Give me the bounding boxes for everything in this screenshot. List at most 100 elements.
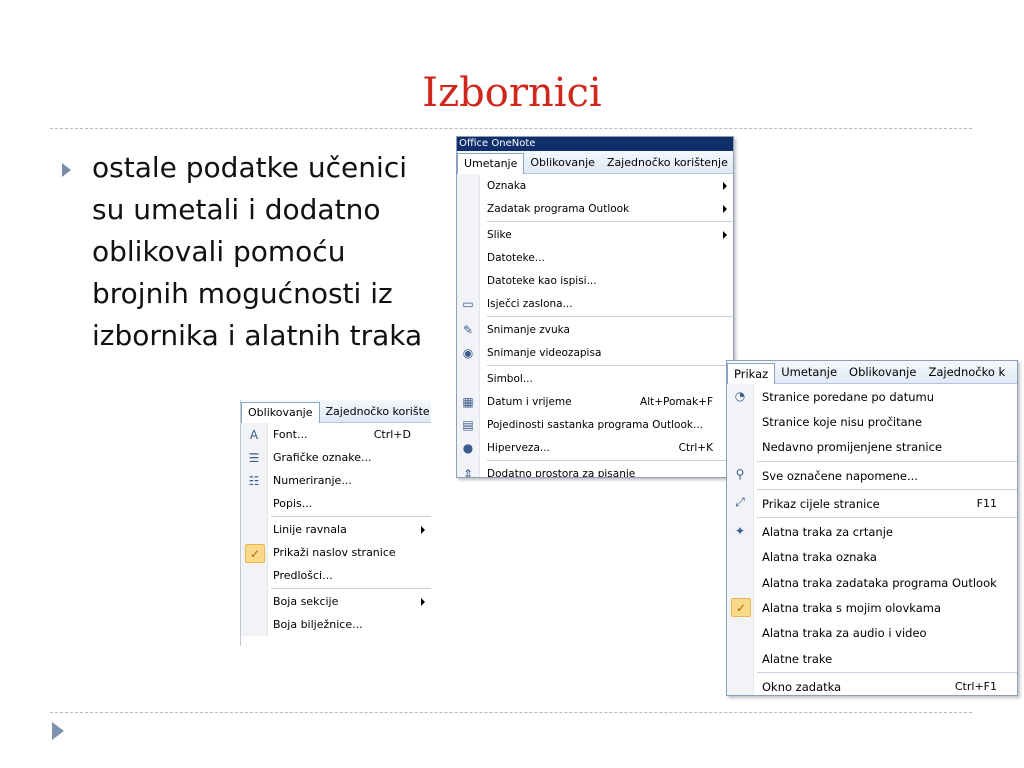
check-icon: ✓ bbox=[245, 544, 265, 563]
menu-items: Oznaka Zadatak programa Outlook Slike Datot… bbox=[457, 174, 733, 478]
submenu-arrow-icon bbox=[723, 231, 727, 239]
menu-item-label: Dodatno prostora za pisanje bbox=[487, 467, 636, 478]
menu-item-label: Alatna traka za audio i video bbox=[762, 626, 927, 641]
hyperlink-icon: ● bbox=[462, 440, 474, 455]
menu-items: ◔ Stranice poredane po datumu Stranice koj… bbox=[727, 384, 1017, 695]
menu-item-label: Popis... bbox=[273, 497, 313, 510]
menu-zajednicko[interactable]: Zajednočko k bbox=[922, 365, 1011, 379]
bullets-icon: ☰ bbox=[248, 450, 260, 465]
menu-item-label: Datoteke kao ispisi... bbox=[487, 274, 597, 287]
menu-prikaz[interactable]: Prikaz bbox=[727, 362, 776, 384]
tagged-notes-icon: ⚲ bbox=[735, 467, 745, 482]
menu-item[interactable]: A Font... Ctrl+D bbox=[241, 423, 431, 446]
menu-item[interactable]: Okno zadatka Ctrl+F1 bbox=[727, 674, 1017, 695]
menu-item-shortcut: Ctrl+K bbox=[678, 441, 713, 454]
menu-oblikovanje[interactable]: Oblikovanje bbox=[843, 365, 922, 379]
menu-umetanje[interactable]: Umetanje bbox=[775, 365, 843, 379]
menu-item[interactable]: ✦ Alatna traka za crtanje bbox=[727, 519, 1017, 544]
submenu-arrow-icon bbox=[723, 205, 727, 213]
menu-item[interactable]: Stranice koje nisu pročitane bbox=[727, 409, 1017, 434]
menu-item[interactable]: ☷ Numeriranje... bbox=[241, 469, 431, 492]
menu-item-label: Boja bilježnice... bbox=[273, 618, 363, 631]
menu-item[interactable]: ▤ Pojedinosti sastanka programa Outlook..… bbox=[457, 413, 733, 436]
menu-bar: Umetanje Oblikovanje Zajednočko korišten… bbox=[457, 151, 733, 174]
menu-item[interactable]: Linije ravnala bbox=[241, 518, 431, 541]
menu-separator bbox=[271, 516, 431, 517]
slide-title: Izbornici bbox=[422, 70, 602, 116]
menu-item[interactable]: ◔ Stranice poredane po datumu bbox=[727, 384, 1017, 409]
menu-item[interactable]: Boja bilježnice... bbox=[241, 613, 431, 636]
menu-item[interactable]: ☰ Grafičke oznake... bbox=[241, 446, 431, 469]
menu-zajednicko[interactable]: Zajednočko korište bbox=[320, 405, 431, 418]
meeting-icon: ▤ bbox=[462, 417, 474, 432]
menu-item-shortcut: Ctrl+F1 bbox=[954, 680, 997, 694]
menu-item[interactable]: Nedavno promijenjene stranice bbox=[727, 435, 1017, 460]
menu-item[interactable]: ⤢ Prikaz cijele stranice F11 bbox=[727, 491, 1017, 516]
menu-item[interactable]: ✓ Prikaži naslov stranice bbox=[241, 541, 431, 564]
menu-item-label: Nedavno promijenjene stranice bbox=[762, 440, 943, 455]
menu-separator bbox=[487, 316, 733, 317]
menu-item-label: Slike bbox=[487, 228, 512, 241]
menu-item-label: Boja sekcije bbox=[273, 595, 339, 608]
bullet-line: brojnih mogućnosti iz bbox=[92, 277, 393, 310]
menu-umetanje[interactable]: Umetanje bbox=[457, 152, 525, 174]
submenu-arrow-icon bbox=[723, 182, 727, 190]
menu-separator bbox=[757, 460, 1017, 462]
menu-separator bbox=[487, 365, 733, 366]
menu-item[interactable]: ⇕ Dodatno prostora za pisanje bbox=[457, 462, 733, 478]
menu-item[interactable]: Oznaka bbox=[457, 174, 733, 197]
menu-item-label: Snimanje zvuka bbox=[487, 323, 570, 336]
menu-item[interactable]: Slike bbox=[457, 223, 733, 246]
menu-oblikovanje[interactable]: Oblikovanje bbox=[524, 156, 601, 169]
menu-item-label: Snimanje videozapisa bbox=[487, 346, 602, 359]
submenu-arrow-icon bbox=[421, 598, 425, 606]
menu-item[interactable]: Alatna traka oznaka bbox=[727, 545, 1017, 570]
menu-item[interactable]: ⚲ Sve označene napomene... bbox=[727, 463, 1017, 488]
app-title-bar: Office OneNote bbox=[457, 137, 733, 151]
corner-arrow-icon bbox=[52, 722, 64, 740]
menu-item-label: Okno zadatka bbox=[762, 679, 842, 694]
menu-item-label: Prikaz cijele stranice bbox=[762, 496, 880, 511]
menu-item[interactable]: ✓ Alatna traka s mojim olovkama bbox=[727, 595, 1017, 620]
menu-separator bbox=[757, 672, 1017, 674]
menu-item[interactable]: Alatne trake bbox=[727, 646, 1017, 671]
menu-item[interactable]: ● Hiperveza... Ctrl+K bbox=[457, 436, 733, 459]
menu-item-shortcut: F11 bbox=[976, 497, 997, 511]
bullet-line: izbornika i alatnih traka bbox=[92, 319, 423, 352]
menu-item-label: Grafičke oznake... bbox=[273, 451, 372, 464]
bullet-text: ostale podatke učenici su umetali i doda… bbox=[92, 147, 452, 357]
menu-item[interactable]: Datoteke kao ispisi... bbox=[457, 269, 733, 292]
bullet-line: oblikovali pomoću bbox=[92, 235, 346, 268]
menu-items: A Font... Ctrl+D ☰ Grafičke oznake... ☷ Numeri… bbox=[241, 423, 431, 636]
microphone-icon: ✎ bbox=[462, 322, 474, 337]
menu-item[interactable]: ◉ Snimanje videozapisa bbox=[457, 341, 733, 364]
menu-item[interactable]: ▦ Datum i vrijeme Alt+Pomak+F bbox=[457, 390, 733, 413]
menu-item[interactable]: Zadatak programa Outlook bbox=[457, 197, 733, 220]
menu-zajednicko[interactable]: Zajednočko korištenje bbox=[601, 156, 733, 169]
menu-item[interactable]: ▭ Isječci zaslona... bbox=[457, 292, 733, 315]
menu-item[interactable]: Boja sekcije bbox=[241, 590, 431, 613]
menu-separator bbox=[487, 221, 733, 222]
menu-item-label: Datoteke... bbox=[487, 251, 545, 264]
menu-item-label: Simbol... bbox=[487, 372, 533, 385]
prikaz-menu-screenshot: Prikaz Umetanje Oblikovanje Zajednočko k… bbox=[726, 360, 1018, 696]
menu-item[interactable]: Alatna traka zadataka programa Outlook bbox=[727, 570, 1017, 595]
menu-item[interactable]: Simbol... bbox=[457, 367, 733, 390]
menu-item-label: Numeriranje... bbox=[273, 474, 352, 487]
menu-oblikovanje[interactable]: Oblikovanje bbox=[241, 401, 320, 423]
pages-by-date-icon: ◔ bbox=[734, 388, 746, 403]
menu-item[interactable]: Alatna traka za audio i video bbox=[727, 621, 1017, 646]
menu-item-label: Isječci zaslona... bbox=[487, 297, 573, 310]
menu-item-label: Predlošci... bbox=[273, 569, 333, 582]
menu-item-label: Alatna traka oznaka bbox=[762, 550, 877, 565]
bottom-divider bbox=[50, 712, 972, 713]
drawing-toolbar-icon: ✦ bbox=[734, 523, 746, 538]
menu-separator bbox=[757, 517, 1017, 519]
menu-item-label: Alatna traka za crtanje bbox=[762, 525, 893, 540]
menu-item[interactable]: Predlošci... bbox=[241, 564, 431, 587]
menu-item-label: Alatna traka s mojim olovkama bbox=[762, 601, 942, 616]
menu-item[interactable]: Datoteke... bbox=[457, 246, 733, 269]
menu-separator bbox=[487, 460, 733, 461]
menu-item[interactable]: Popis... bbox=[241, 492, 431, 515]
menu-item[interactable]: ✎ Snimanje zvuka bbox=[457, 318, 733, 341]
